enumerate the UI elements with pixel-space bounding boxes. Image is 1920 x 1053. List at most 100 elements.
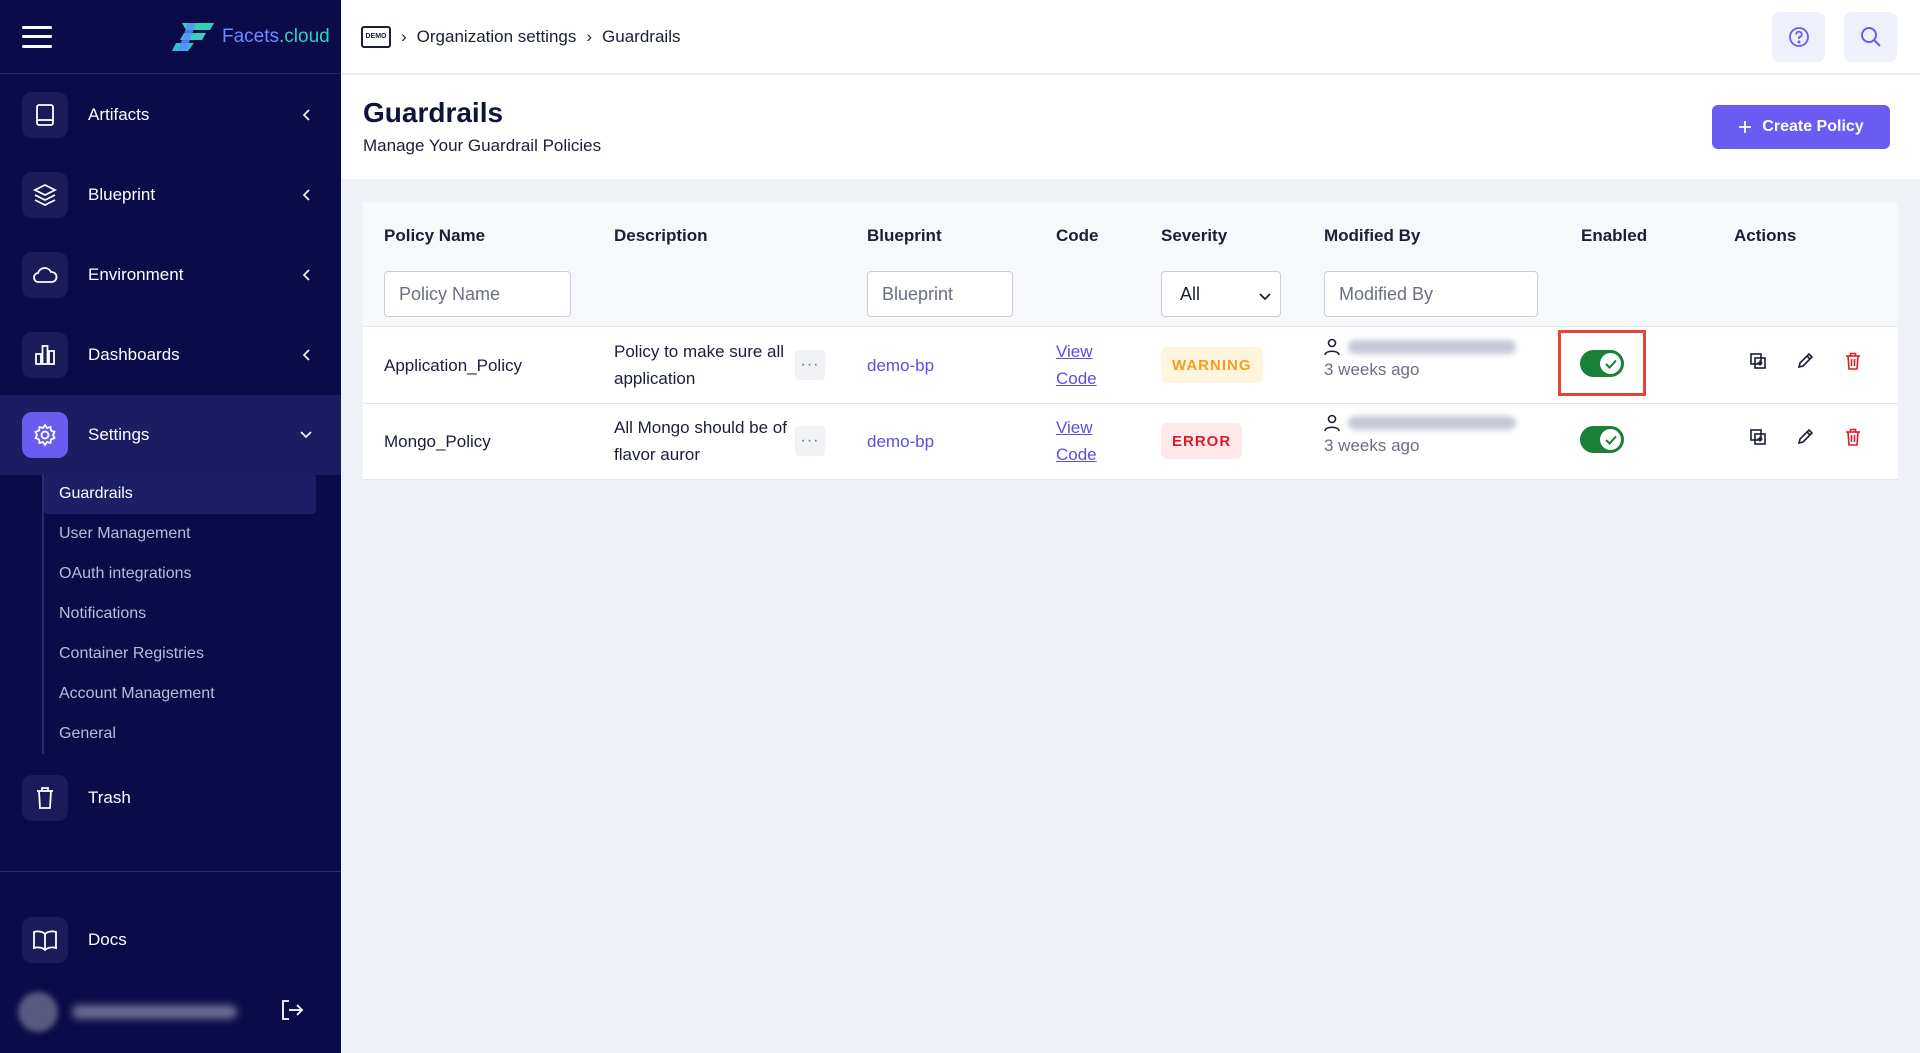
enabled-toggle[interactable] [1580,426,1624,453]
column-header-blueprint[interactable]: Blueprint [867,226,942,246]
plus-icon [1739,121,1752,133]
table-header: Policy Name Description Blueprint Code S… [363,202,1898,327]
column-header-enabled: Enabled [1581,226,1648,245]
severity-filter-select[interactable]: All [1161,271,1281,317]
layers-icon [22,172,68,218]
chevron-down-icon [1258,287,1272,308]
submenu-item-container-registries[interactable]: Container Registries [44,634,316,674]
sidebar-divider [0,871,341,872]
submenu-item-notifications[interactable]: Notifications [44,594,316,634]
brand-name: Facets.cloud [222,25,330,47]
submenu-item-guardrails[interactable]: Guardrails [44,474,316,514]
modified-by: 3 weeks ago [1324,338,1516,383]
policy-description: All Mongo should be of flavor auror [614,418,787,464]
submenu-item-oauth-integrations[interactable]: OAuth integrations [44,554,316,594]
sidebar-item-environment[interactable]: Environment [0,235,341,315]
view-code-line: View [1056,342,1093,361]
sidebar-item-label: Trash [88,788,131,807]
create-policy-label: Create Policy [1762,118,1864,135]
chevron-left-icon [299,268,313,282]
submenu-item-account-management[interactable]: Account Management [44,674,316,714]
policy-name: Application_Policy [384,356,522,375]
modified-by-user [1324,414,1516,432]
chevron-down-icon [299,428,313,442]
severity-badge: ERROR [1161,423,1243,459]
duplicate-button[interactable] [1746,425,1770,449]
modified-by: 3 weeks ago [1324,414,1516,459]
view-code-line: Code [1056,369,1097,388]
sidebar-item-dashboards[interactable]: Dashboards [0,315,341,395]
submenu-item-user-management[interactable]: User Management [44,514,316,554]
blueprint-filter-input[interactable] [867,271,1013,317]
blueprint-link[interactable]: demo-bp [867,356,934,376]
copy-icon [1750,353,1766,369]
policy-name-filter-input[interactable] [384,271,571,317]
sidebar-item-label: Docs [88,930,127,949]
user-profile[interactable] [18,990,318,1034]
create-policy-button[interactable]: Create Policy [1712,105,1890,149]
sidebar-item-docs[interactable]: Docs [0,900,341,980]
pencil-icon [1797,428,1814,445]
logout-icon[interactable] [280,999,304,1026]
sidebar-item-label: Artifacts [88,105,150,124]
column-header-description: Description [614,226,708,245]
column-header-policy-name[interactable]: Policy Name [384,226,485,246]
edit-button[interactable] [1793,349,1817,373]
user-name-redacted [72,1005,237,1019]
more-description-icon[interactable]: ··· [795,426,825,456]
edit-button[interactable] [1793,425,1817,449]
search-button[interactable] [1844,12,1897,62]
search-icon [1860,27,1881,47]
chevron-left-icon [299,348,313,362]
enabled-toggle[interactable] [1580,350,1624,377]
brand-logo[interactable]: Facets.cloud [172,22,330,51]
sidebar-item-label: Blueprint [88,185,156,204]
trash-icon [22,775,68,821]
view-code-link[interactable]: View Code [1056,414,1097,468]
duplicate-button[interactable] [1746,349,1770,373]
sidebar-item-blueprint[interactable]: Blueprint [0,155,341,235]
user-icon [1324,414,1340,432]
delete-button[interactable] [1841,425,1865,449]
column-header-severity[interactable]: Severity [1161,226,1227,246]
sidebar-item-trash[interactable]: Trash [0,758,341,838]
more-description-icon[interactable]: ··· [795,350,825,380]
copy-icon [1750,429,1766,445]
breadcrumb-current: Guardrails [602,26,681,46]
top-bar: DEMO › Organization settings › Guardrail… [341,0,1920,74]
severity-badge: WARNING [1161,347,1263,383]
chevron-left-icon [299,188,313,202]
modified-time: 3 weeks ago [1324,436,1420,455]
user-icon [1324,338,1340,356]
breadcrumb-organization-settings[interactable]: Organization settings [417,27,577,47]
demo-environment-icon[interactable]: DEMO [361,25,391,48]
blueprint-link[interactable]: demo-bp [867,432,934,452]
view-code-link[interactable]: View Code [1056,338,1097,392]
trash-icon [1846,352,1860,370]
modified-by-filter-input[interactable] [1324,271,1538,317]
pencil-icon [1797,352,1814,369]
menu-toggle-icon[interactable] [22,25,52,48]
trash-icon [1846,428,1860,446]
policies-table: Policy Name Description Blueprint Code S… [363,202,1898,480]
chevron-left-icon [299,108,313,122]
settings-submenu: Guardrails User Management OAuth integra… [42,474,316,754]
view-code-line: Code [1056,445,1097,464]
help-button[interactable] [1772,12,1825,62]
page-header: Guardrails Manage Your Guardrail Policie… [341,75,1920,179]
sidebar-header: Facets.cloud [0,0,341,74]
modified-time: 3 weeks ago [1324,360,1420,379]
check-icon [1600,429,1621,450]
delete-button[interactable] [1841,349,1865,373]
sidebar-item-label: Settings [88,425,150,444]
severity-filter-value: All [1180,283,1201,304]
sidebar-item-artifacts[interactable]: Artifacts [0,75,341,155]
policy-name: Mongo_Policy [384,432,491,451]
page-title: Guardrails [363,97,504,128]
sidebar-item-settings[interactable]: Settings [0,395,341,475]
column-header-actions: Actions [1734,226,1797,245]
column-header-modified-by[interactable]: Modified By [1324,226,1420,246]
facets-logo-icon [172,22,214,51]
table-row: Mongo_Policy All Mongo should be of flav… [363,404,1898,480]
submenu-item-general[interactable]: General [44,714,316,754]
